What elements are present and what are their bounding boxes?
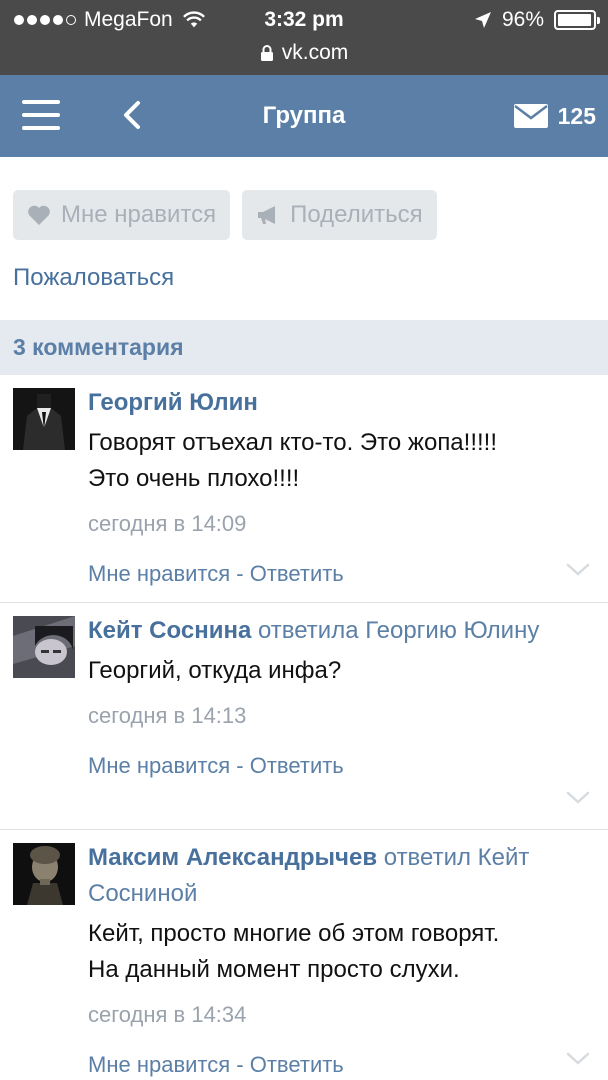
comment-time: сегодня в 14:09 (88, 511, 247, 536)
comment-text-line: Георгий, откуда инфа? (88, 657, 342, 684)
comment-item: Георгий Юлин Говорят отъехал кто-то. Это… (0, 375, 608, 603)
megaphone-icon (258, 206, 276, 224)
location-arrow-icon (474, 12, 491, 28)
url-address[interactable]: vk.com (282, 41, 349, 65)
comment-item: Максим Александрычев ответил Кейт Соснин… (0, 830, 608, 1080)
avatar[interactable] (13, 843, 75, 905)
envelope-icon (513, 104, 548, 128)
heart-icon (28, 205, 50, 225)
like-button-label: Мне нравится (61, 201, 217, 228)
share-button[interactable]: Поделиться (242, 190, 437, 240)
avatar[interactable] (13, 388, 75, 450)
chevron-down-icon[interactable] (566, 563, 590, 577)
comments-count-header: 3 комментария (0, 320, 608, 375)
navbar: Группа 125 (0, 75, 608, 157)
messages-button[interactable]: 125 (513, 75, 596, 157)
comment-actions: Мне нравится - Ответить (88, 1050, 588, 1080)
chevron-down-icon[interactable] (566, 791, 590, 805)
comment-item: Кейт Соснина ответила Георгию Юлину Геор… (0, 603, 608, 830)
like-button[interactable]: Мне нравится (13, 190, 231, 240)
comment-text-line: Говорят отъехал кто-то. Это жопа!!!!! (88, 429, 497, 456)
comment-actions-separator: - (230, 1052, 250, 1077)
comment-like-link[interactable]: Мне нравится (88, 1052, 230, 1077)
comment-text-line: Кейт, просто многие об этом говорят. (88, 920, 500, 947)
comment-text: Говорят отъехал кто-то. Это жопа!!!!! Эт… (88, 425, 588, 497)
comment-text: Кейт, просто многие об этом говорят. На … (88, 916, 588, 988)
comment-text: Георгий, откуда инфа? (88, 653, 588, 689)
comment-like-link[interactable]: Мне нравится (88, 753, 230, 778)
complain-link[interactable]: Пожаловаться (13, 264, 174, 292)
comment-reply-link[interactable]: Ответить (250, 1052, 344, 1077)
avatar[interactable] (13, 616, 75, 678)
messages-count: 125 (557, 102, 596, 129)
comment-author[interactable]: Максим Александрычев (88, 844, 377, 871)
comment-author[interactable]: Георгий Юлин (88, 389, 258, 416)
comment-text-line: На данный момент просто слухи. (88, 956, 460, 983)
comment-time: сегодня в 14:34 (88, 1002, 247, 1027)
comment-actions: Мне нравится - Ответить (88, 559, 588, 589)
share-button-label: Поделиться (290, 201, 423, 228)
comment-time: сегодня в 14:13 (88, 703, 247, 728)
comment-reply-link[interactable]: Ответить (250, 753, 344, 778)
chevron-down-icon[interactable] (566, 1052, 590, 1066)
lock-icon (260, 45, 273, 61)
comment-actions-separator: - (230, 561, 250, 586)
comment-text-line: Это очень плохо!!!! (88, 465, 300, 492)
battery-icon (554, 10, 600, 30)
comment-reply-to[interactable]: ответила Георгию Юлину (251, 617, 539, 644)
comment-author[interactable]: Кейт Соснина (88, 617, 251, 644)
comment-like-link[interactable]: Мне нравится (88, 561, 230, 586)
status-bar: MegaFon 3:32 pm 96% vk.com (0, 0, 608, 75)
battery-percent: 96% (501, 8, 544, 31)
comment-reply-link[interactable]: Ответить (250, 561, 344, 586)
post-actions: Мне нравится Поделиться (13, 190, 437, 240)
comment-actions-separator: - (230, 753, 250, 778)
comment-actions: Мне нравится - Ответить (88, 751, 588, 781)
